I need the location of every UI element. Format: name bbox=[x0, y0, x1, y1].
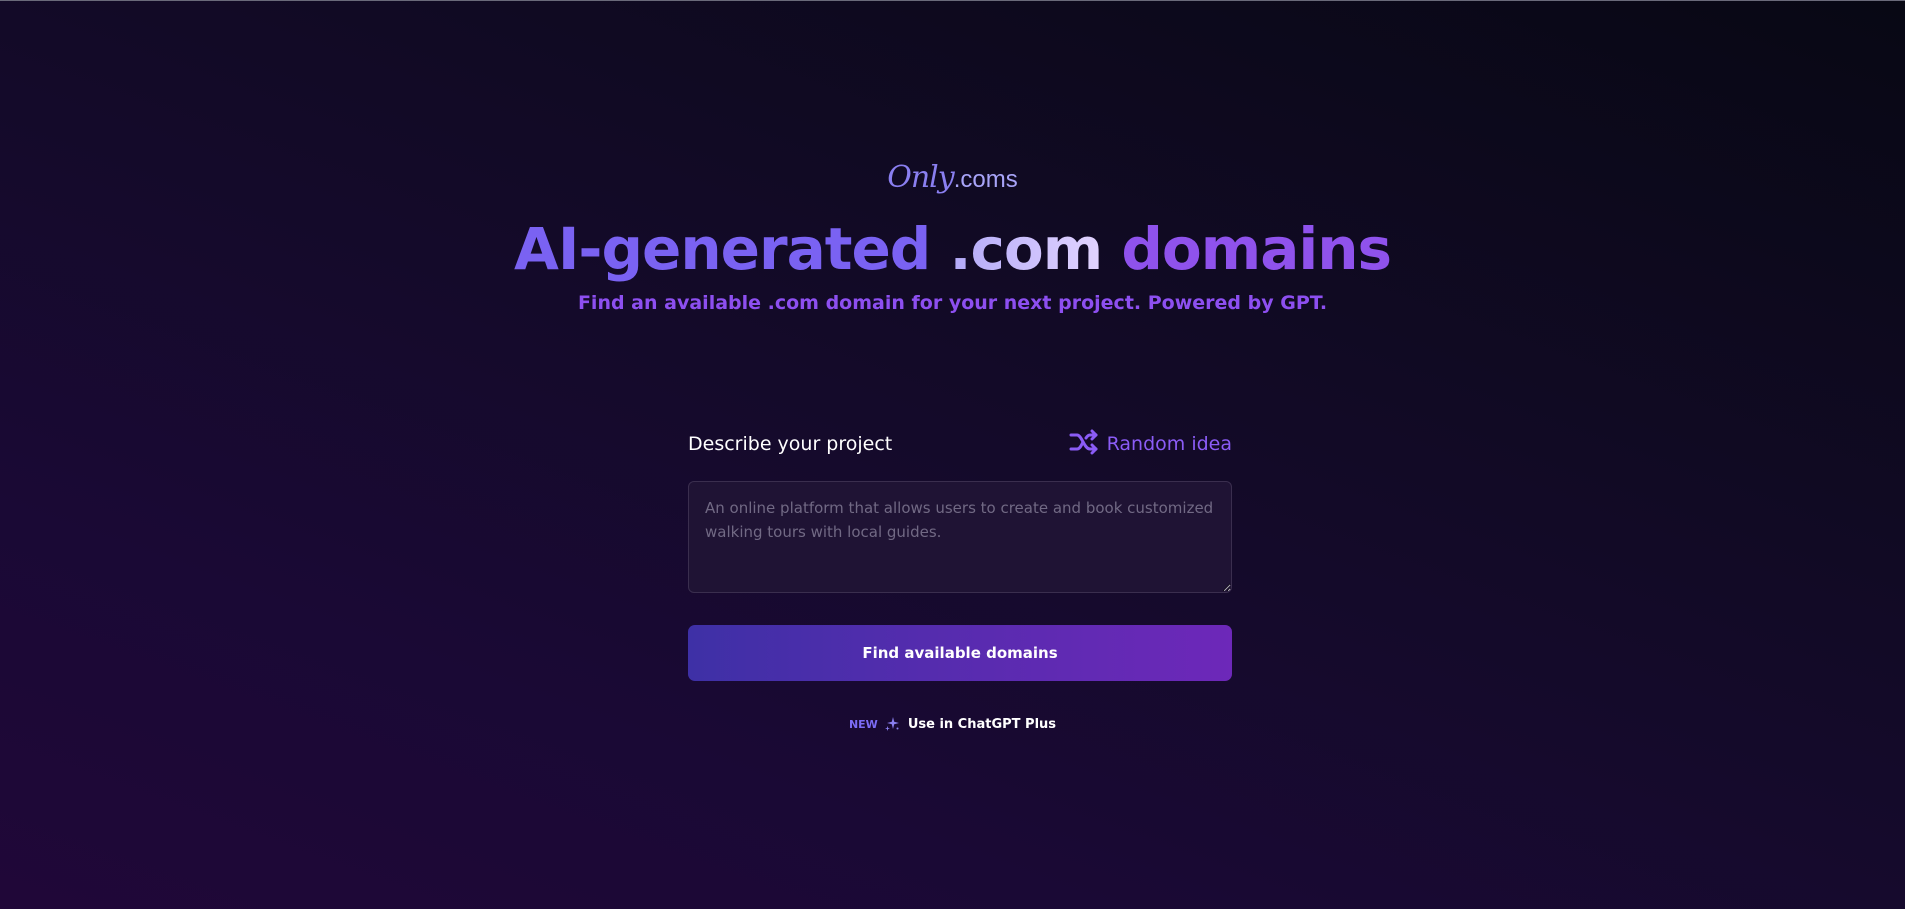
random-idea-label: Random idea bbox=[1106, 433, 1232, 455]
logo-script-text: Only bbox=[887, 160, 954, 195]
project-description-label: Describe your project bbox=[688, 433, 893, 455]
sparkle-icon bbox=[884, 716, 900, 732]
use-in-chatgpt-link[interactable]: Use in ChatGPT Plus bbox=[908, 717, 1056, 732]
title-part-com: .com bbox=[949, 215, 1104, 283]
project-form: Describe your project Random idea Find a… bbox=[688, 429, 1232, 681]
random-idea-button[interactable]: Random idea bbox=[1069, 429, 1232, 460]
project-description-input[interactable] bbox=[688, 481, 1232, 593]
title-part-ai-generated: AI-generated bbox=[513, 215, 950, 283]
page-subtitle: Find an available .com domain for your n… bbox=[577, 292, 1328, 314]
top-border bbox=[0, 0, 1905, 1]
logo[interactable]: Only.coms bbox=[0, 160, 1905, 195]
shuffle-icon bbox=[1069, 429, 1099, 460]
page-title: AI-generated .com domains bbox=[0, 214, 1905, 284]
form-header: Describe your project Random idea bbox=[688, 429, 1232, 460]
new-badge: NEW bbox=[848, 717, 878, 731]
chatgpt-promo: NEW Use in ChatGPT Plus bbox=[0, 716, 1905, 732]
logo-suffix-text: .coms bbox=[953, 166, 1018, 193]
title-part-domains: domains bbox=[1102, 215, 1392, 283]
find-domains-button[interactable]: Find available domains bbox=[688, 625, 1232, 681]
